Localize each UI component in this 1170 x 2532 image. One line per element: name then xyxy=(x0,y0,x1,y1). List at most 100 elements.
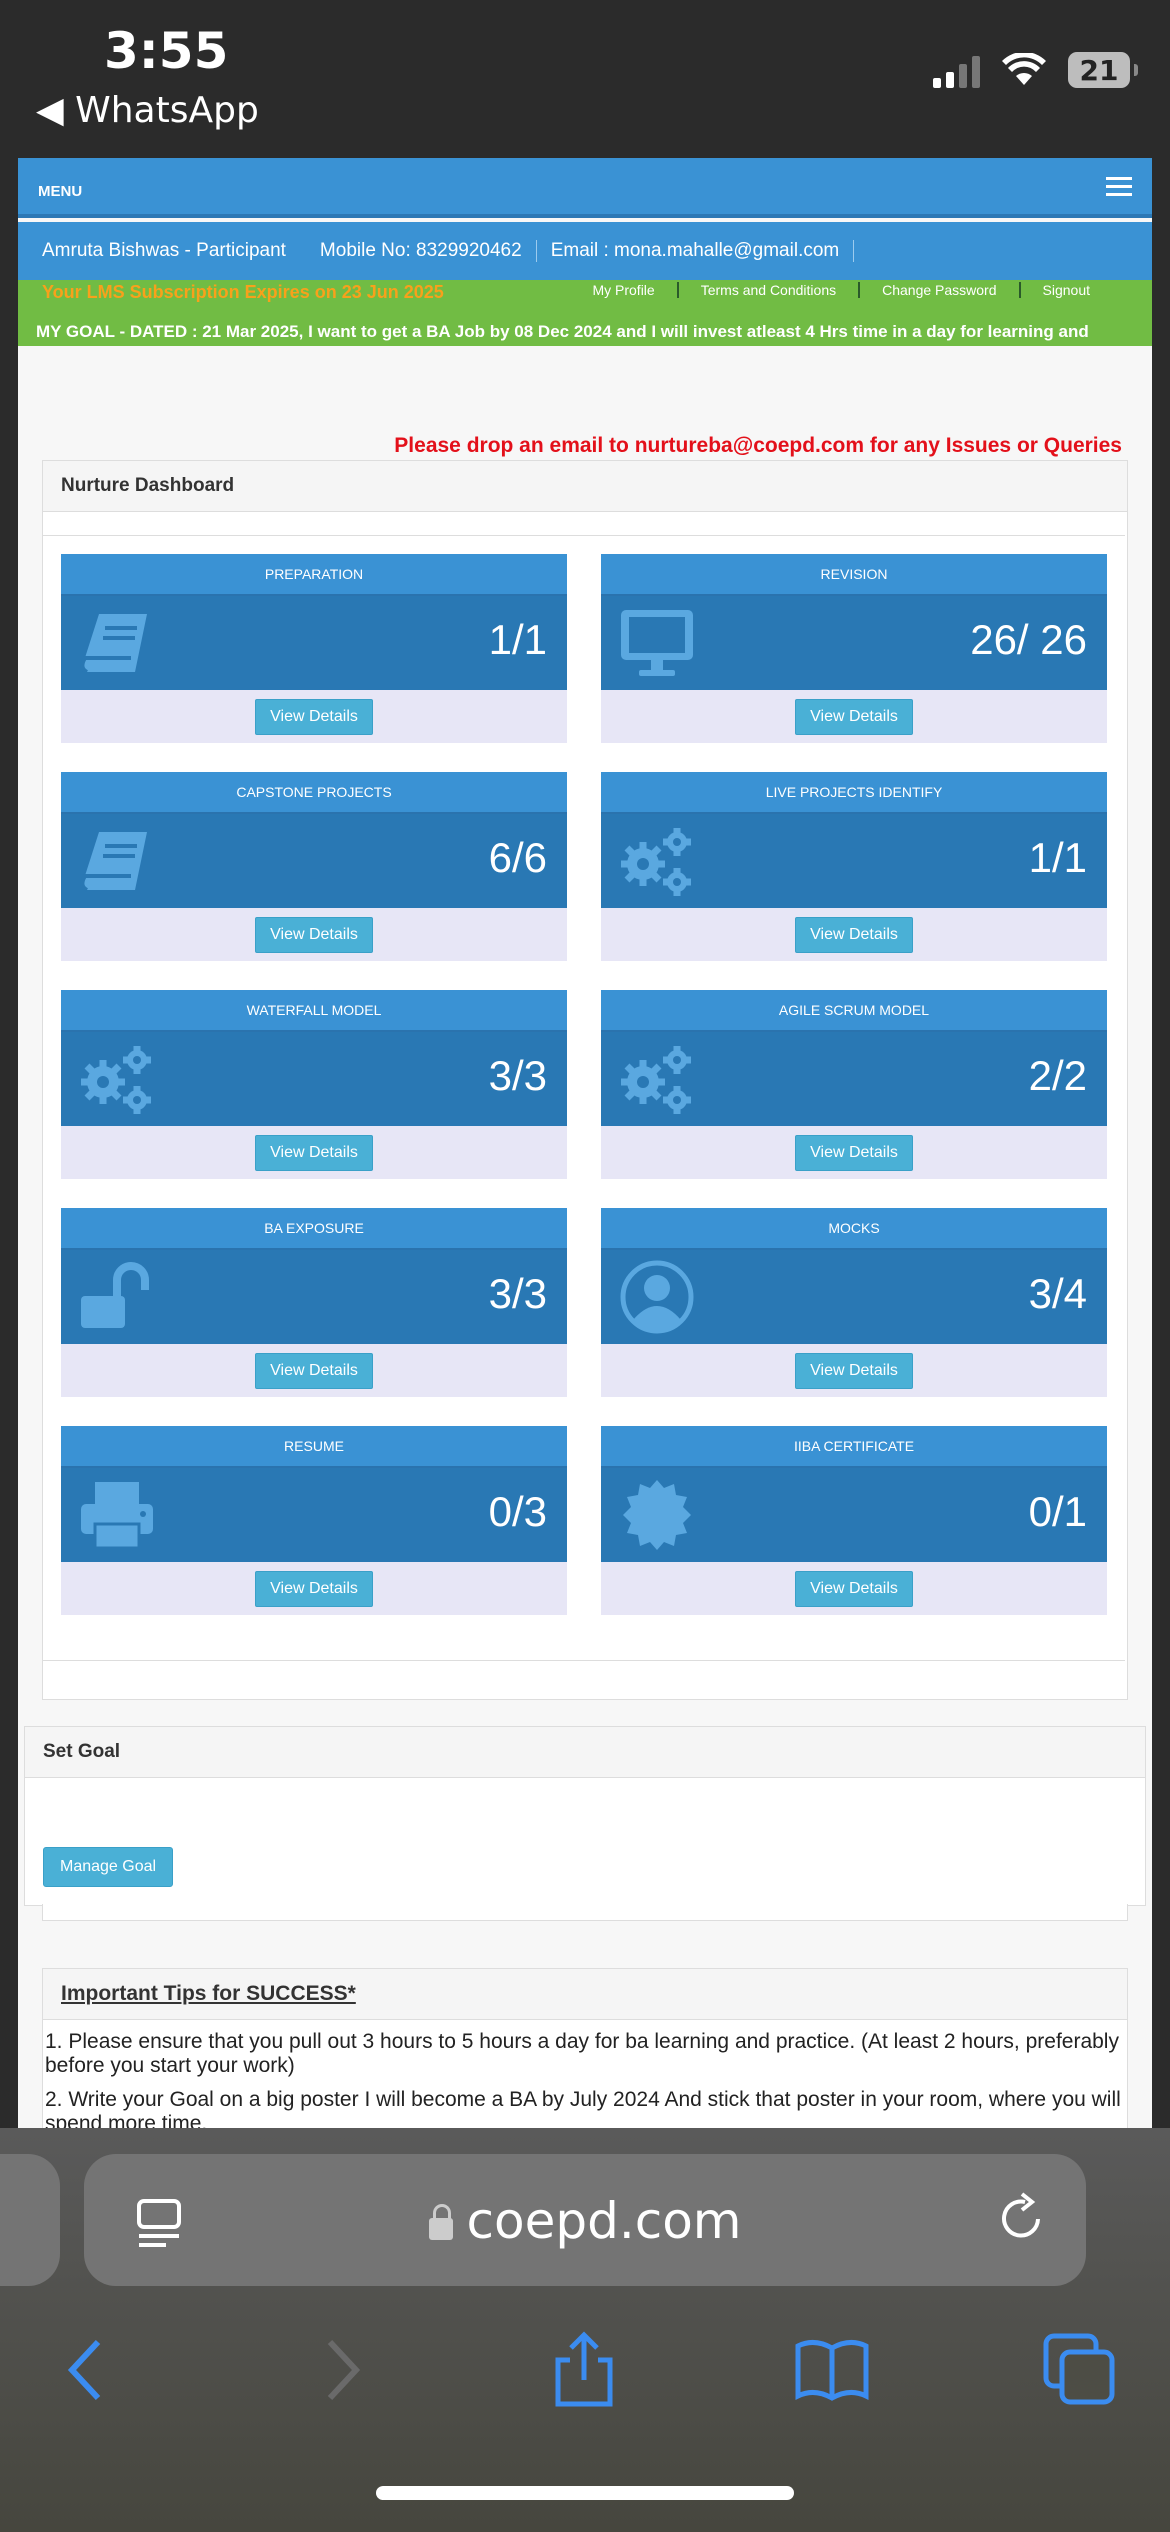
user-name: Amruta Bishwas - Participant xyxy=(42,240,286,261)
tile-footer: View Details xyxy=(61,690,567,743)
manage-goal-button[interactable]: Manage Goal xyxy=(43,1847,174,1887)
tile-footer: View Details xyxy=(61,908,567,961)
printer-icon xyxy=(77,1478,157,1552)
tile-body: 1/1 xyxy=(601,814,1107,908)
bookmarks-icon[interactable] xyxy=(792,2330,872,2410)
lock-icon xyxy=(428,2204,453,2240)
share-icon[interactable] xyxy=(544,2330,624,2410)
tip-item: 1. Please ensure that you pull out 3 hou… xyxy=(45,2030,1119,2077)
tile-title: REVISION xyxy=(601,554,1107,596)
view-details-button[interactable]: View Details xyxy=(795,1134,913,1171)
view-details-button[interactable]: View Details xyxy=(255,1134,373,1171)
forward-icon[interactable] xyxy=(300,2330,380,2410)
tile-body: 3/3 xyxy=(61,1250,567,1344)
tile-body: 3/3 xyxy=(61,1032,567,1126)
tile-progress-value: 26/ 26 xyxy=(970,616,1087,663)
my-profile-link[interactable]: My Profile xyxy=(570,282,676,298)
gears-icon xyxy=(617,824,697,898)
web-page: MENU Amruta Bishwas - Participant Mobile… xyxy=(18,158,1152,2128)
tile-progress-value: 1/1 xyxy=(1028,834,1087,881)
tile-footer: View Details xyxy=(61,1126,567,1179)
browser-nav-bar xyxy=(0,2316,1170,2426)
tips-title: Important Tips for SUCCESS* xyxy=(43,1969,1127,2020)
tile-footer: View Details xyxy=(61,1562,567,1615)
dashboard-tile-live-projects-identify: LIVE PROJECTS IDENTIFY 1/1 View Details xyxy=(601,772,1107,961)
view-details-button[interactable]: View Details xyxy=(255,1352,373,1389)
dashboard-tile-iiba-certificate: IIBA CERTIFICATE 0/1 View Details xyxy=(601,1426,1107,1615)
wifi-icon xyxy=(1002,53,1046,85)
tile-progress-value: 1/1 xyxy=(488,616,547,663)
user-email: Email : mona.mahalle@gmail.com xyxy=(551,240,855,262)
menu-label: MENU xyxy=(38,182,83,200)
view-details-button[interactable]: View Details xyxy=(795,698,913,735)
terms-link[interactable]: Terms and Conditions xyxy=(676,282,858,298)
safari-toolbar: coepd.com xyxy=(0,2128,1170,2532)
book-icon xyxy=(77,824,157,898)
view-details-button[interactable]: View Details xyxy=(255,916,373,953)
user-mobile: Mobile No: 8329920462 xyxy=(320,240,537,262)
dashboard-tile-agile-scrum-model: AGILE SCRUM MODEL 2/2 View Details xyxy=(601,990,1107,1179)
previous-tab-preview[interactable] xyxy=(0,2154,60,2286)
book-icon xyxy=(77,606,157,680)
dashboard-tile-capstone-projects: CAPSTONE PROJECTS 6/6 View Details xyxy=(61,772,567,961)
tile-body: 3/4 xyxy=(601,1250,1107,1344)
battery-icon: 21 xyxy=(1068,52,1138,88)
reload-icon[interactable] xyxy=(994,2192,1048,2246)
dashboard-tile-preparation: PREPARATION 1/1 View Details xyxy=(61,554,567,743)
dashboard-grid: PREPARATION 1/1 View Details REVISION 26/ 26… xyxy=(43,535,1125,1661)
user-circle-icon xyxy=(617,1260,697,1334)
tile-body: 0/1 xyxy=(601,1468,1107,1562)
tile-progress-value: 3/3 xyxy=(488,1052,547,1099)
tip-item: 2. Write your Goal on a big poster I wil… xyxy=(45,2088,1121,2128)
url-label: coepd.com xyxy=(466,2192,742,2250)
view-details-button[interactable]: View Details xyxy=(795,916,913,953)
change-password-link[interactable]: Change Password xyxy=(858,282,1018,298)
view-details-button[interactable]: View Details xyxy=(255,1570,373,1607)
unlock-icon xyxy=(77,1260,157,1334)
tile-title: MOCKS xyxy=(601,1208,1107,1250)
address-bar[interactable]: coepd.com xyxy=(84,2154,1086,2286)
gears-icon xyxy=(77,1042,157,1116)
tile-footer: View Details xyxy=(601,1126,1107,1179)
view-details-button[interactable]: View Details xyxy=(795,1352,913,1389)
monitor-icon xyxy=(617,606,697,680)
tile-body: 26/ 26 xyxy=(601,596,1107,690)
dashboard-tile-waterfall-model: WATERFALL MODEL 3/3 View Details xyxy=(61,990,567,1179)
tile-body: 2/2 xyxy=(601,1032,1107,1126)
dashboard-tile-mocks: MOCKS 3/4 View Details xyxy=(601,1208,1107,1397)
tile-progress-value: 6/6 xyxy=(488,834,547,881)
signout-link[interactable]: Signout xyxy=(1018,282,1112,298)
back-to-app-link[interactable]: ◀ WhatsApp xyxy=(36,90,259,131)
tile-body: 1/1 xyxy=(61,596,567,690)
tile-body: 0/3 xyxy=(61,1468,567,1562)
set-goal-title: Set Goal xyxy=(25,1727,1145,1778)
cellular-signal-icon xyxy=(933,52,980,88)
tile-title: CAPSTONE PROJECTS xyxy=(61,772,567,814)
hamburger-menu-icon[interactable] xyxy=(1106,176,1132,196)
panel-divider xyxy=(42,1904,1128,1921)
ios-status-bar: 3:55 ◀ WhatsApp 21 xyxy=(0,0,1170,158)
home-indicator[interactable] xyxy=(376,2486,794,2500)
tabs-icon[interactable] xyxy=(1040,2330,1120,2410)
back-icon[interactable] xyxy=(48,2330,128,2410)
subscription-bar: Your LMS Subscription Expires on 23 Jun … xyxy=(18,280,1152,346)
subscription-expiry: Your LMS Subscription Expires on 23 Jun … xyxy=(42,282,444,302)
dashboard-tile-revision: REVISION 26/ 26 View Details xyxy=(601,554,1107,743)
tile-progress-value: 0/3 xyxy=(488,1488,547,1535)
user-info-bar: Amruta Bishwas - Participant Mobile No: … xyxy=(18,222,1152,280)
account-links: My Profile Terms and Conditions Change P… xyxy=(570,282,1112,298)
dashboard-title: Nurture Dashboard xyxy=(43,461,1127,512)
success-tips-panel: Important Tips for SUCCESS* 1. Please en… xyxy=(42,1968,1128,2128)
tile-body: 6/6 xyxy=(61,814,567,908)
tile-title: AGILE SCRUM MODEL xyxy=(601,990,1107,1032)
badge-icon xyxy=(617,1478,697,1552)
tile-footer: View Details xyxy=(601,1562,1107,1615)
menu-bar: MENU xyxy=(18,158,1152,218)
tile-title: RESUME xyxy=(61,1426,567,1468)
goal-marquee: MY GOAL - DATED : 21 Mar 2025, I want to… xyxy=(36,322,1089,341)
tile-footer: View Details xyxy=(601,690,1107,743)
tile-title: BA EXPOSURE xyxy=(61,1208,567,1250)
view-details-button[interactable]: View Details xyxy=(255,698,373,735)
view-details-button[interactable]: View Details xyxy=(795,1570,913,1607)
tile-title: IIBA CERTIFICATE xyxy=(601,1426,1107,1468)
